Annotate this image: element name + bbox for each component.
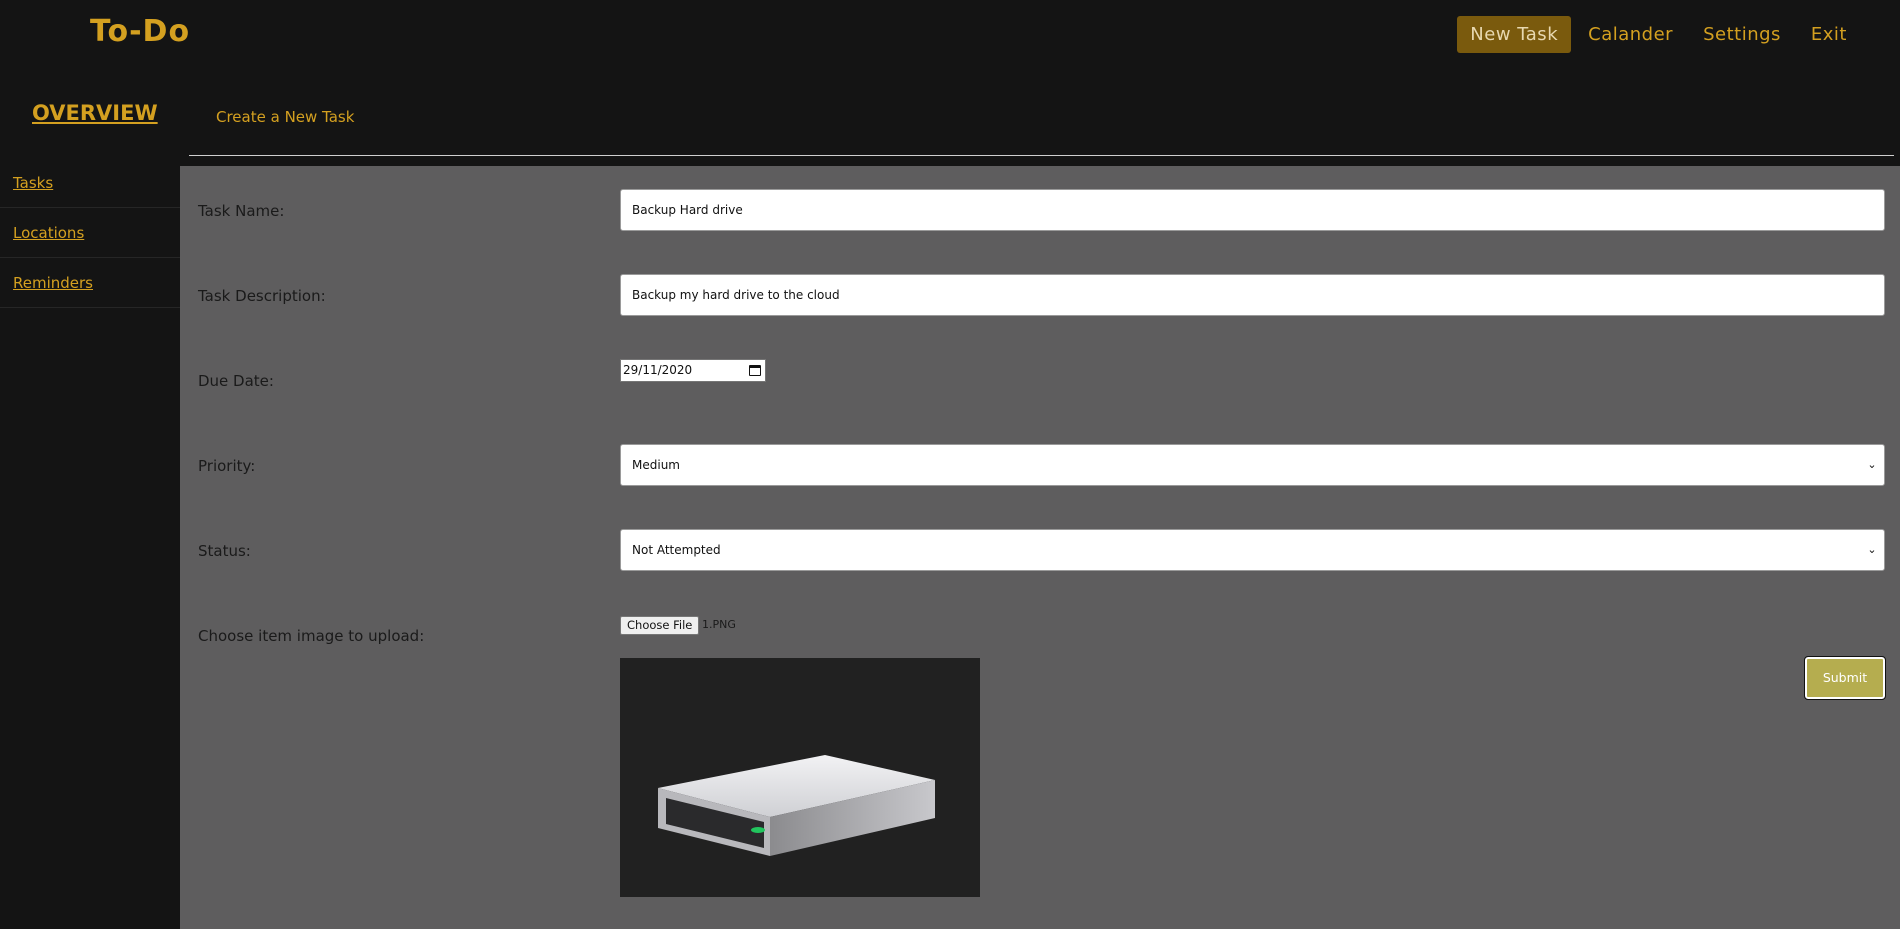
tab-divider [189,155,1894,156]
nav-calendar[interactable]: Calander [1575,16,1686,53]
top-bar: To-Do New Task Calander Settings Exit [0,0,1900,70]
priority-value: Medium [632,458,680,472]
chevron-down-icon: ⌄ [1867,543,1877,556]
task-name-label: Task Name: [198,202,285,220]
image-preview [620,658,980,897]
choose-file-button[interactable]: Choose File [620,616,700,635]
hard-drive-icon [658,755,935,856]
priority-label: Priority: [198,457,256,475]
nav-new-task[interactable]: New Task [1457,16,1572,53]
chevron-down-icon: ⌄ [1867,458,1877,471]
tab-create-new-task[interactable]: Create a New Task [216,108,354,126]
nav-settings[interactable]: Settings [1690,16,1794,53]
task-description-label: Task Description: [198,287,326,305]
status-select[interactable]: Not Attempted ⌄ [620,529,1885,571]
sidebar-item-tasks[interactable]: Tasks [0,158,180,208]
selected-file-name: 1.PNG [702,618,736,631]
sidebar: Tasks Locations Reminders [0,158,180,308]
priority-select[interactable]: Medium ⌄ [620,444,1885,486]
due-date-input[interactable]: 29/11/2020 [620,359,766,382]
calendar-icon[interactable] [749,365,761,376]
top-nav: New Task Calander Settings Exit [1457,16,1860,53]
task-name-input[interactable]: Backup Hard drive [620,189,1885,231]
submit-button[interactable]: Submit [1804,656,1886,700]
brand-logo[interactable]: To-Do [90,14,190,49]
status-label: Status: [198,542,251,560]
new-task-form: Task Name: Backup Hard drive Task Descri… [180,166,1900,929]
image-upload-label: Choose item image to upload: [198,627,425,645]
overview-title[interactable]: OVERVIEW [32,101,158,125]
nav-exit[interactable]: Exit [1798,16,1860,53]
sidebar-item-locations[interactable]: Locations [0,208,180,258]
due-date-label: Due Date: [198,372,274,390]
sidebar-item-reminders[interactable]: Reminders [0,258,180,308]
status-value: Not Attempted [632,543,721,557]
due-date-value: 29/11/2020 [623,363,693,377]
task-description-input[interactable]: Backup my hard drive to the cloud [620,274,1885,316]
